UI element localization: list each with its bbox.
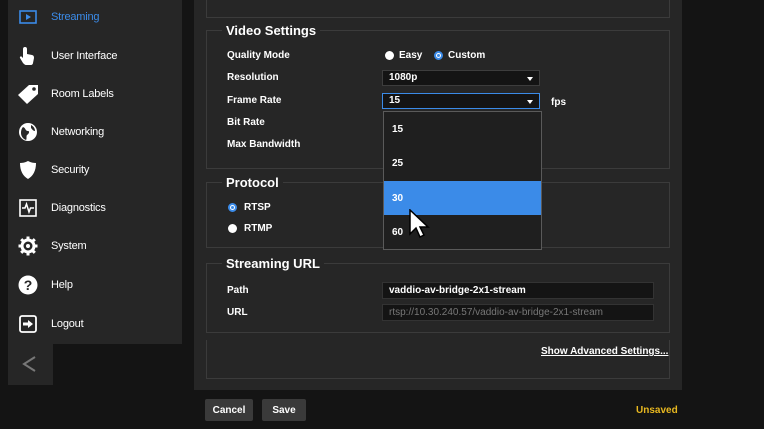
protocol-rtsp-label: RTSP: [244, 202, 271, 213]
hand-pointer-icon: [17, 45, 39, 67]
cancel-button[interactable]: Cancel: [205, 399, 253, 421]
path-input[interactable]: vaddio-av-bridge-2x1-stream: [382, 282, 654, 299]
sidebar-item-label: System: [51, 240, 87, 252]
sidebar-item-label: Room Labels: [51, 88, 114, 100]
path-label: Path: [227, 285, 249, 296]
quality-custom-label: Custom: [448, 50, 486, 61]
panel-top: [206, 0, 670, 18]
url-field: rtsp://10.30.240.57/vaddio-av-bridge-2x1…: [382, 304, 654, 321]
frame-rate-option[interactable]: 60: [384, 215, 541, 249]
resolution-label: Resolution: [227, 72, 279, 83]
frame-rate-option[interactable]: 25: [384, 146, 541, 180]
globe-icon: [17, 121, 39, 143]
tag-icon: [17, 83, 39, 105]
max-bandwidth-label: Max Bandwidth: [227, 139, 301, 150]
resolution-value: 1080p: [389, 72, 418, 83]
sidebar-item-label: Networking: [51, 126, 105, 138]
question-icon: ?: [17, 274, 39, 296]
video-settings-title: Video Settings: [222, 23, 321, 38]
mouse-cursor-icon: [409, 209, 430, 239]
quality-custom-radio[interactable]: [434, 51, 443, 60]
play-icon: [17, 6, 39, 28]
protocol-title: Protocol: [222, 175, 283, 190]
chevron-left-icon: [22, 356, 36, 372]
protocol-rtmp-radio[interactable]: [228, 224, 237, 233]
sidebar-item-diagnostics[interactable]: Diagnostics: [8, 189, 182, 227]
svg-text:?: ?: [24, 277, 33, 293]
logout-icon: [17, 313, 39, 335]
sidebar-item-logout[interactable]: Logout: [8, 305, 182, 343]
show-advanced-settings-link[interactable]: Show Advanced Settings...: [541, 346, 668, 357]
sidebar-item-room-labels[interactable]: Room Labels: [8, 75, 182, 113]
shield-icon: [17, 159, 39, 181]
frame-rate-option[interactable]: 15: [384, 112, 541, 146]
fps-unit-label: fps: [551, 97, 566, 108]
pulse-icon: [17, 197, 39, 219]
frame-rate-option-highlighted[interactable]: 30: [384, 181, 541, 215]
sidebar-item-label: Diagnostics: [51, 202, 106, 214]
save-button[interactable]: Save: [262, 399, 306, 421]
quality-mode-label: Quality Mode: [227, 50, 290, 61]
bit-rate-label: Bit Rate: [227, 117, 265, 128]
chevron-down-icon: [527, 77, 533, 81]
sidebar-item-security[interactable]: Security: [8, 151, 182, 189]
sidebar-item-label: Streaming: [51, 11, 100, 23]
gear-icon: [17, 235, 39, 257]
frame-rate-value: 15: [389, 95, 401, 106]
protocol-rtmp-label: RTMP: [244, 223, 273, 234]
frame-rate-dropdown: 15 25 30 60: [383, 111, 542, 250]
sidebar-collapse-button[interactable]: [8, 344, 53, 385]
sidebar-item-user-interface[interactable]: User Interface: [8, 37, 182, 75]
url-label: URL: [227, 307, 248, 318]
resolution-select[interactable]: 1080p: [382, 70, 540, 86]
quality-easy-label: Easy: [399, 50, 423, 61]
protocol-rtsp-radio[interactable]: [228, 203, 237, 212]
sidebar-item-label: Logout: [51, 318, 84, 330]
sidebar-item-system[interactable]: System: [8, 227, 182, 265]
frame-rate-select[interactable]: 15: [382, 93, 540, 109]
sidebar-item-networking[interactable]: Networking: [8, 113, 182, 151]
sidebar-item-label: Help: [51, 279, 73, 291]
streaming-url-title: Streaming URL: [222, 256, 324, 271]
sidebar-item-streaming[interactable]: Streaming: [8, 0, 182, 34]
sidebar-item-label: Security: [51, 164, 90, 176]
quality-easy-radio[interactable]: [385, 51, 394, 60]
unsaved-status: Unsaved: [636, 405, 678, 416]
sidebar-item-label: User Interface: [51, 50, 118, 62]
frame-rate-label: Frame Rate: [227, 95, 282, 106]
sidebar-item-help[interactable]: ? Help: [8, 266, 182, 304]
sidebar: Streaming User Interface Room Labels Net…: [8, 0, 182, 344]
chevron-down-icon: [527, 100, 533, 104]
